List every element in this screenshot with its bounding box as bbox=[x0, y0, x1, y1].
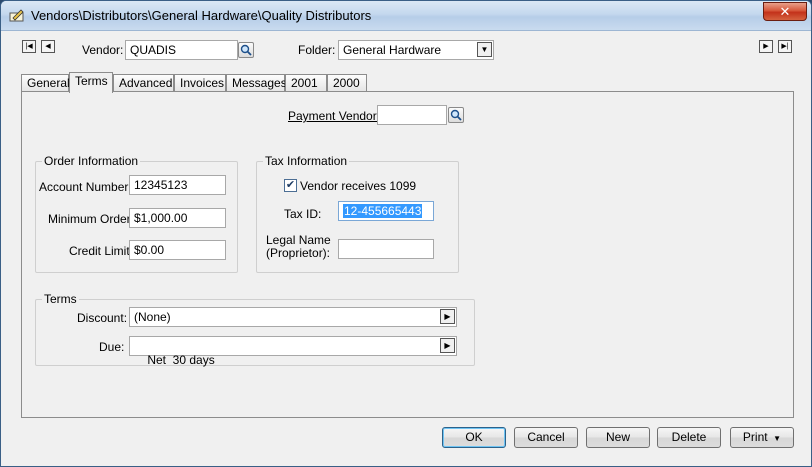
folder-select-value: General Hardware bbox=[343, 43, 442, 57]
vendor-window: Vendors\Distributors\General Hardware\Qu… bbox=[0, 0, 812, 467]
next-record-icon: ▶ bbox=[763, 43, 769, 50]
first-record-icon: |◀ bbox=[25, 43, 33, 50]
terms-title: Terms bbox=[42, 292, 79, 306]
legal-name-label: Legal Name (Proprietor): bbox=[266, 234, 331, 260]
vendor-input[interactable]: QUADIS bbox=[125, 40, 238, 60]
legal-name-label-line2: (Proprietor): bbox=[266, 246, 331, 260]
new-button[interactable]: New bbox=[586, 427, 650, 448]
due-label: Due: bbox=[99, 340, 125, 354]
previous-record-icon: ◀ bbox=[45, 43, 51, 50]
previous-record-button[interactable]: ◀ bbox=[41, 40, 55, 53]
folder-label: Folder: bbox=[298, 43, 336, 57]
due-expand-button[interactable]: ▶ bbox=[440, 338, 455, 353]
close-icon: ✕ bbox=[779, 4, 791, 19]
chevron-right-icon: ▶ bbox=[444, 341, 451, 350]
tab-2000[interactable]: 2000 bbox=[327, 74, 367, 92]
credit-limit-input[interactable]: $0.00 bbox=[129, 240, 226, 260]
last-record-button[interactable]: ▶| bbox=[778, 40, 792, 53]
chevron-down-icon: ▼ bbox=[480, 45, 489, 54]
account-number-input[interactable]: 12345123 bbox=[129, 175, 226, 195]
account-number-label: Account Number: bbox=[39, 180, 132, 194]
cancel-button[interactable]: Cancel bbox=[514, 427, 578, 448]
discount-select[interactable]: (None) bbox=[129, 307, 457, 327]
vendor-1099-checkbox[interactable]: ✔ bbox=[284, 179, 297, 192]
tab-messages[interactable]: Messages bbox=[226, 74, 287, 92]
last-record-icon: ▶| bbox=[781, 43, 789, 50]
next-record-button[interactable]: ▶ bbox=[759, 40, 773, 53]
chevron-right-icon: ▶ bbox=[444, 312, 451, 321]
tab-terms[interactable]: Terms bbox=[69, 72, 113, 93]
vendor-label: Vendor: bbox=[82, 43, 123, 57]
tab-2001[interactable]: 2001 bbox=[285, 74, 327, 92]
print-button[interactable]: Print ▼ bbox=[730, 427, 794, 448]
tax-id-input[interactable]: 12-455665443 bbox=[338, 201, 434, 221]
order-information-title: Order Information bbox=[42, 154, 141, 168]
legal-name-input[interactable] bbox=[338, 239, 434, 259]
close-button[interactable]: ✕ bbox=[763, 2, 807, 21]
first-record-button[interactable]: |◀ bbox=[22, 40, 36, 53]
tab-invoices[interactable]: Invoices bbox=[174, 74, 226, 92]
tax-information-title: Tax Information bbox=[263, 154, 350, 168]
legal-name-label-line1: Legal Name bbox=[266, 233, 331, 247]
vendor-label-text: Vendor: bbox=[82, 43, 124, 57]
vendor-1099-label: Vendor receives 1099 bbox=[300, 179, 417, 193]
tax-id-label: Tax ID: bbox=[284, 207, 322, 221]
payment-vendor-input[interactable] bbox=[377, 105, 447, 125]
folder-dropdown-button[interactable]: ▼ bbox=[477, 42, 492, 57]
edit-pencil-icon bbox=[9, 9, 24, 22]
folder-select[interactable]: General Hardware bbox=[338, 40, 494, 60]
dropdown-arrow-icon: ▼ bbox=[770, 434, 782, 443]
window-title: Vendors\Distributors\General Hardware\Qu… bbox=[31, 8, 372, 23]
title-bar: Vendors\Distributors\General Hardware\Qu… bbox=[1, 1, 811, 31]
tab-advanced[interactable]: Advanced bbox=[113, 74, 174, 92]
minimum-order-label: Minimum Order: bbox=[48, 212, 135, 226]
magnifier-icon bbox=[450, 109, 462, 121]
credit-limit-label: Credit Limit bbox=[69, 244, 130, 258]
vendor-lookup-button[interactable] bbox=[238, 42, 254, 58]
due-select[interactable]: Net 30 days bbox=[129, 336, 457, 367]
magnifier-icon bbox=[240, 44, 252, 56]
discount-expand-button[interactable]: ▶ bbox=[440, 309, 455, 324]
minimum-order-input[interactable]: $1,000.00 bbox=[129, 208, 226, 228]
due-select-value: Net 30 days bbox=[147, 353, 215, 367]
delete-button[interactable]: Delete bbox=[657, 427, 721, 448]
payment-vendor-lookup-button[interactable] bbox=[448, 107, 464, 123]
discount-select-value: (None) bbox=[134, 310, 171, 324]
ok-button[interactable]: OK bbox=[442, 427, 506, 448]
tax-id-selected-text: 12-455665443 bbox=[343, 204, 423, 218]
print-button-label: Print bbox=[742, 430, 768, 444]
payment-vendor-label: Payment Vendor: bbox=[288, 109, 381, 123]
tab-general[interactable]: General bbox=[21, 74, 70, 92]
discount-label: Discount: bbox=[77, 311, 128, 325]
checkmark-icon: ✔ bbox=[285, 179, 296, 191]
